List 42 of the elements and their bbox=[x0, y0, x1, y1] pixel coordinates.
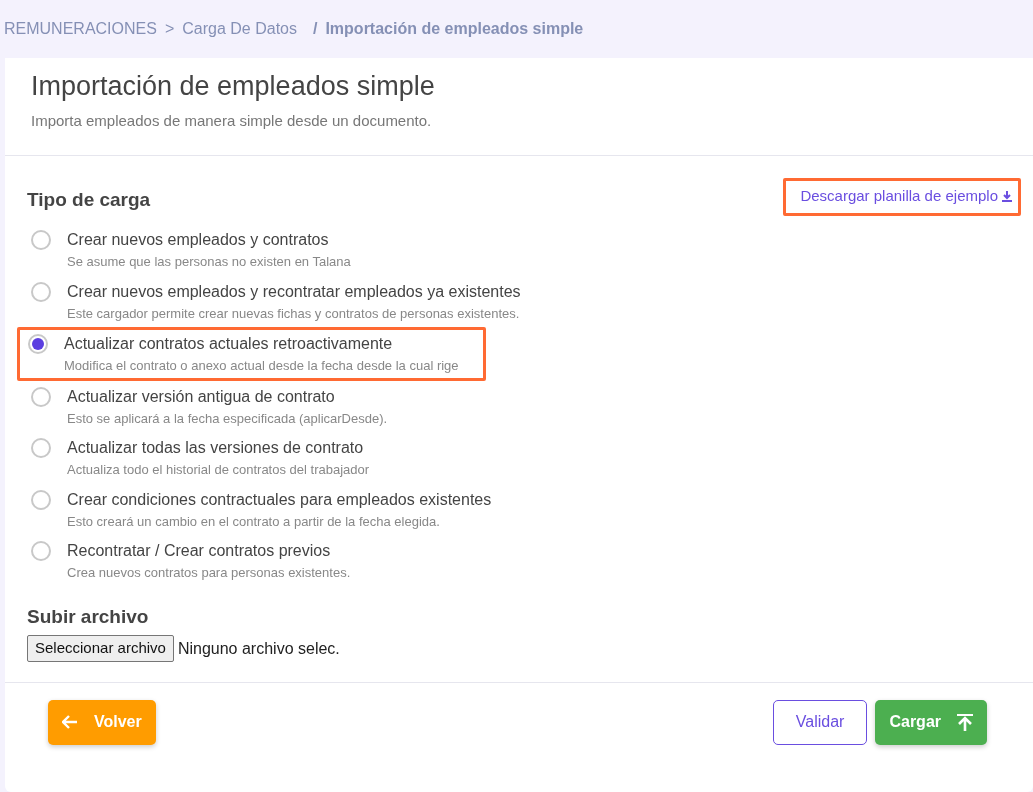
section-title: Subir archivo bbox=[26, 604, 150, 629]
option-description: Crea nuevos contratos para personas existentes. bbox=[67, 564, 351, 583]
radio-button[interactable] bbox=[31, 230, 51, 251]
radio-option[interactable]: Actualizar todas las versiones de contrato Actualiza todo el historial de contratos del trabajador bbox=[23, 432, 380, 484]
breadcrumb-separator: > bbox=[164, 19, 175, 39]
option-description: Modifica el contrato o anexo actual desde la fecha desde la cual rige bbox=[64, 357, 459, 376]
radio-button[interactable] bbox=[28, 334, 48, 355]
option-description: Este cargador permite crear nuevas fichas y contratos de personas existentes. bbox=[67, 304, 521, 323]
download-link[interactable]: Descargar planilla de ejemplo bbox=[783, 177, 1021, 217]
download-icon bbox=[1002, 190, 1012, 202]
option-label: Actualizar contratos actuales retroactivamente bbox=[64, 334, 394, 355]
radio-button[interactable] bbox=[31, 489, 51, 510]
radio-button[interactable] bbox=[31, 386, 51, 407]
breadcrumb-current: Importación de empleados simple bbox=[325, 19, 584, 39]
radio-option[interactable]: Recontratar / Crear contratos previos Crea nuevos contratos para personas existentes. bbox=[23, 535, 361, 587]
page-subtitle: Importa empleados de manera simple desde un documento. bbox=[31, 111, 433, 132]
option-label: Actualizar versión antigua de contrato bbox=[67, 386, 336, 407]
option-label: Crear nuevos empleados y recontratar empleados ya existentes bbox=[67, 281, 521, 302]
option-label: Actualizar todas las versiones de contrato bbox=[67, 438, 365, 459]
radio-button[interactable] bbox=[31, 541, 51, 562]
highlight-frame[interactable]: Actualizar contratos actuales retroactivamente Modifica el contrato o anexo actual desde la fecha desde la cual rige bbox=[17, 327, 486, 381]
radio-option[interactable]: Actualizar versión antigua de contrato Esto se aplicará a la fecha especificada (aplicarDesde). bbox=[23, 380, 398, 433]
breadcrumb-separator: / bbox=[312, 19, 318, 39]
option-description: Actualiza todo el historial de contratos del trabajador bbox=[67, 461, 370, 480]
arrow-left-icon bbox=[62, 715, 78, 730]
radio-button[interactable] bbox=[31, 281, 51, 302]
file-select-button[interactable]: Seleccionar archivo bbox=[27, 635, 174, 662]
option-description: Esto creará un cambio en el contrato a partir de la fecha elegida. bbox=[67, 512, 441, 531]
radio-option[interactable]: Crear nuevos empleados y contratos Se asume que las personas no existen en Talana bbox=[23, 224, 361, 276]
section-title: Tipo de carga bbox=[26, 187, 151, 212]
option-description: Esto se aplicará a la fecha especificada (aplicarDesde). bbox=[67, 409, 388, 428]
option-description: Se asume que las personas no existen en Talana bbox=[67, 253, 351, 272]
upload-icon bbox=[957, 713, 973, 731]
option-label: Crear nuevos empleados y contratos bbox=[67, 230, 330, 251]
page-title: Importación de empleados simple bbox=[31, 70, 436, 103]
validate-button[interactable]: Validar bbox=[772, 699, 868, 745]
radio-option[interactable]: Crear nuevos empleados y recontratar empleados ya existentes Este cargador permite crear nuevas fichas y contratos de personas existentes. bbox=[23, 275, 531, 328]
file-status: Ninguno archivo selec. bbox=[177, 638, 340, 659]
option-label: Crear condiciones contractuales para empleados existentes bbox=[67, 489, 492, 510]
radio-button[interactable] bbox=[31, 438, 51, 459]
radio-option[interactable]: Crear condiciones contractuales para empleados existentes Esto creará un cambio en el contrato a partir de la fecha elegida. bbox=[23, 483, 502, 536]
option-label: Recontratar / Crear contratos previos bbox=[67, 541, 332, 562]
